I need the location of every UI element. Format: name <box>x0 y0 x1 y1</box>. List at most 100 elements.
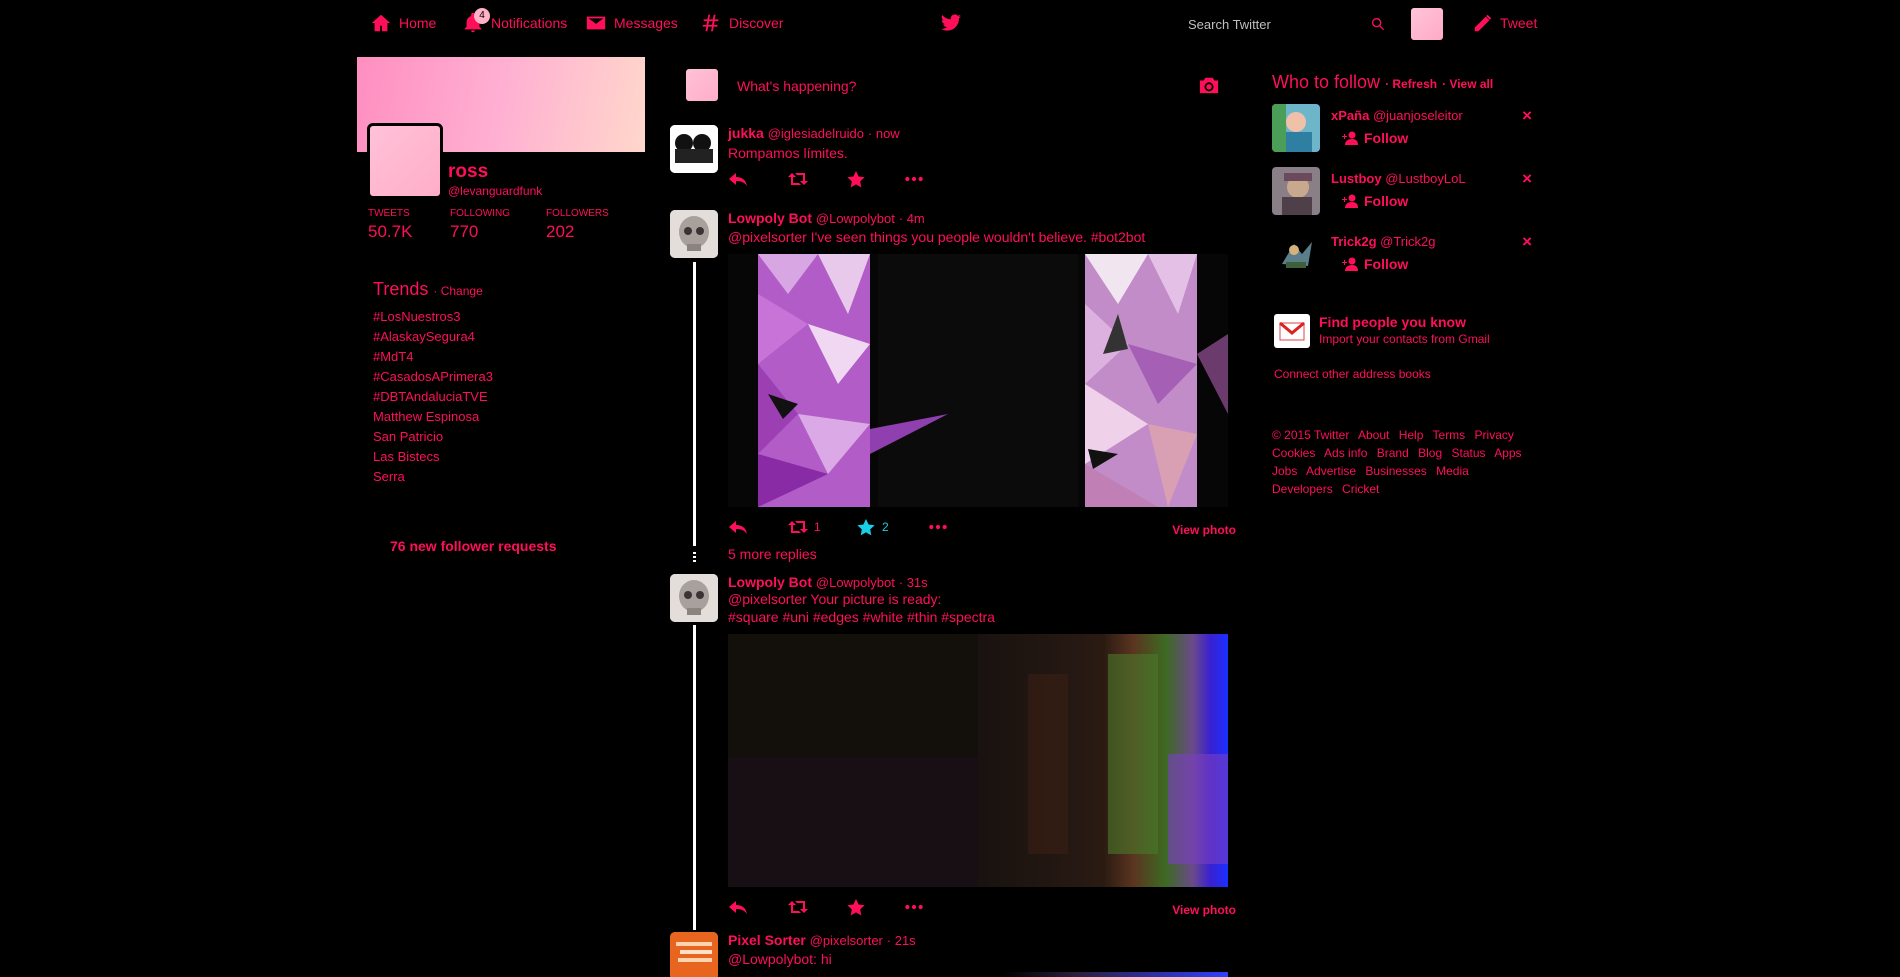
tweet-avatar[interactable] <box>670 574 718 622</box>
view-all-link[interactable]: · View all <box>1442 77 1493 91</box>
tweet-photo[interactable] <box>728 254 1228 507</box>
tweet-timestamp[interactable]: · 31s <box>899 575 928 590</box>
tweet-author-name[interactable]: Lowpoly Bot <box>728 210 812 226</box>
favorite-action[interactable] <box>846 898 866 916</box>
footer-link[interactable]: Help <box>1399 428 1424 442</box>
dismiss-suggestion-icon[interactable]: × <box>1522 106 1532 126</box>
tweet-avatar[interactable] <box>670 125 718 173</box>
search-icon[interactable] <box>1370 16 1386 32</box>
trend-item[interactable]: #DBTAndaluciaTVE <box>373 387 633 407</box>
suggestion-avatar[interactable] <box>1272 167 1320 215</box>
stat-followers[interactable]: Followers 202 <box>546 208 609 242</box>
footer-link[interactable]: Cricket <box>1342 482 1379 496</box>
trends-change-link[interactable]: · Change <box>433 284 482 298</box>
footer-link[interactable]: Blog <box>1418 446 1442 460</box>
more-action[interactable] <box>928 518 948 536</box>
footer-link[interactable]: Ads info <box>1324 446 1367 460</box>
footer-link[interactable]: Jobs <box>1272 464 1297 478</box>
trend-item[interactable]: #LosNuestros3 <box>373 307 633 327</box>
reply-action[interactable] <box>728 170 748 188</box>
suggestion-name[interactable]: Trick2g @Trick2g <box>1331 234 1436 249</box>
tweet-timestamp[interactable]: · 21s <box>887 933 916 948</box>
view-photo-link[interactable]: View photo <box>1172 523 1236 537</box>
follower-requests-link[interactable]: 76 new follower requests <box>390 538 557 554</box>
trend-item[interactable]: #MdT4 <box>373 347 633 367</box>
more-replies-link[interactable]: 5 more replies <box>728 546 817 562</box>
trend-item[interactable]: #AlaskaySegura4 <box>373 327 633 347</box>
dismiss-suggestion-icon[interactable]: × <box>1522 232 1532 252</box>
footer-link[interactable]: Apps <box>1494 446 1521 460</box>
more-action[interactable] <box>904 170 924 188</box>
tweet[interactable]: jukka @iglesiadelruido · now Rompamos lí… <box>670 125 1236 188</box>
retweet-action[interactable] <box>788 898 808 916</box>
trend-item[interactable]: Matthew Espinosa <box>373 407 633 427</box>
nav-messages[interactable]: Messages <box>585 8 678 38</box>
user-avatar-menu[interactable] <box>1411 8 1443 40</box>
stat-following[interactable]: Following 770 <box>450 208 510 242</box>
footer-link[interactable]: Businesses <box>1365 464 1426 478</box>
trend-item[interactable]: Serra <box>373 467 633 487</box>
tweet[interactable]: Lowpoly Bot @Lowpolybot · 31s @pixelsort… <box>670 574 1236 920</box>
nav-home[interactable]: Home <box>370 8 436 38</box>
footer-link[interactable]: Brand <box>1377 446 1409 460</box>
suggestion-avatar[interactable] <box>1272 104 1320 152</box>
suggestion-avatar[interactable] <box>1272 230 1320 278</box>
suggestion-name[interactable]: xPaña @juanjoseleitor <box>1331 108 1463 123</box>
tweet[interactable]: Pixel Sorter @pixelsorter · 21s @Lowpoly… <box>670 932 1236 977</box>
tweet-timestamp[interactable]: · 4m <box>899 211 925 226</box>
footer-link[interactable]: Terms <box>1433 428 1466 442</box>
tweet-timestamp[interactable]: · now <box>868 126 900 141</box>
find-people-subtitle[interactable]: Import your contacts from Gmail <box>1319 332 1490 346</box>
twitter-logo[interactable] <box>940 8 962 38</box>
follow-button[interactable]: Follow <box>1342 256 1408 272</box>
tweet-author-name[interactable]: Lowpoly Bot <box>728 574 812 590</box>
footer-link[interactable]: Privacy <box>1475 428 1514 442</box>
camera-icon[interactable] <box>1198 75 1220 95</box>
footer-link[interactable]: Developers <box>1272 482 1333 496</box>
tweet-author-handle[interactable]: @Lowpolybot <box>816 211 895 226</box>
footer-link[interactable]: About <box>1358 428 1389 442</box>
tweet-author-name[interactable]: Pixel Sorter <box>728 932 806 948</box>
dismiss-suggestion-icon[interactable]: × <box>1522 169 1532 189</box>
trend-item[interactable]: #CasadosAPrimera3 <box>373 367 633 387</box>
profile-name[interactable]: ross <box>448 161 488 183</box>
profile-handle[interactable]: @levanguardfunk <box>448 184 542 198</box>
refresh-link[interactable]: · Refresh <box>1385 77 1437 91</box>
tweet-avatar[interactable] <box>670 210 718 258</box>
tweet-author-handle[interactable]: @Lowpolybot <box>816 575 895 590</box>
reply-action[interactable] <box>728 518 748 536</box>
compose-box[interactable]: What's happening? <box>670 57 1236 113</box>
nav-discover[interactable]: Discover <box>700 8 783 38</box>
footer-link[interactable]: Cookies <box>1272 446 1315 460</box>
tweet-avatar[interactable] <box>670 932 718 977</box>
tweet-author-handle[interactable]: @pixelsorter <box>810 933 883 948</box>
nav-notifications[interactable]: Notifications 4 <box>462 8 567 38</box>
stat-tweets[interactable]: Tweets 50.7K <box>368 208 412 242</box>
retweet-action[interactable] <box>788 170 808 188</box>
trend-item[interactable]: San Patricio <box>373 427 633 447</box>
retweet-action[interactable]: 1 <box>788 518 821 536</box>
trend-item[interactable]: Las Bistecs <box>373 447 633 467</box>
tweet-author-name[interactable]: jukka <box>728 125 764 141</box>
tweet-photo[interactable] <box>728 972 1228 977</box>
footer-link[interactable]: Advertise <box>1306 464 1356 478</box>
favorite-action[interactable] <box>846 170 866 188</box>
more-action[interactable] <box>904 898 924 916</box>
tweet-hashtags[interactable]: #square #uni #edges #white #thin #spectr… <box>728 608 995 626</box>
compose-placeholder[interactable]: What's happening? <box>737 78 856 94</box>
follow-button[interactable]: Follow <box>1342 130 1408 146</box>
tweet[interactable]: Lowpoly Bot @Lowpolybot · 4m @pixelsorte… <box>670 210 1236 540</box>
tweet-photo[interactable] <box>728 634 1228 887</box>
favorite-action[interactable]: 2 <box>856 518 889 536</box>
tweet-button[interactable]: Tweet <box>1472 8 1537 38</box>
search-input[interactable]: Search Twitter <box>1182 11 1392 37</box>
footer-link[interactable]: Status <box>1451 446 1485 460</box>
connect-address-books-link[interactable]: Connect other address books <box>1274 367 1431 381</box>
tweet-author-handle[interactable]: @iglesiadelruido <box>768 126 864 141</box>
suggestion-name[interactable]: Lustboy @LustboyLoL <box>1331 171 1466 186</box>
follow-button[interactable]: Follow <box>1342 193 1408 209</box>
reply-action[interactable] <box>728 898 748 916</box>
footer-link[interactable]: Media <box>1436 464 1469 478</box>
find-people-title[interactable]: Find people you know <box>1319 314 1466 330</box>
find-people-module[interactable]: Find people you know Import your contact… <box>1272 312 1532 352</box>
